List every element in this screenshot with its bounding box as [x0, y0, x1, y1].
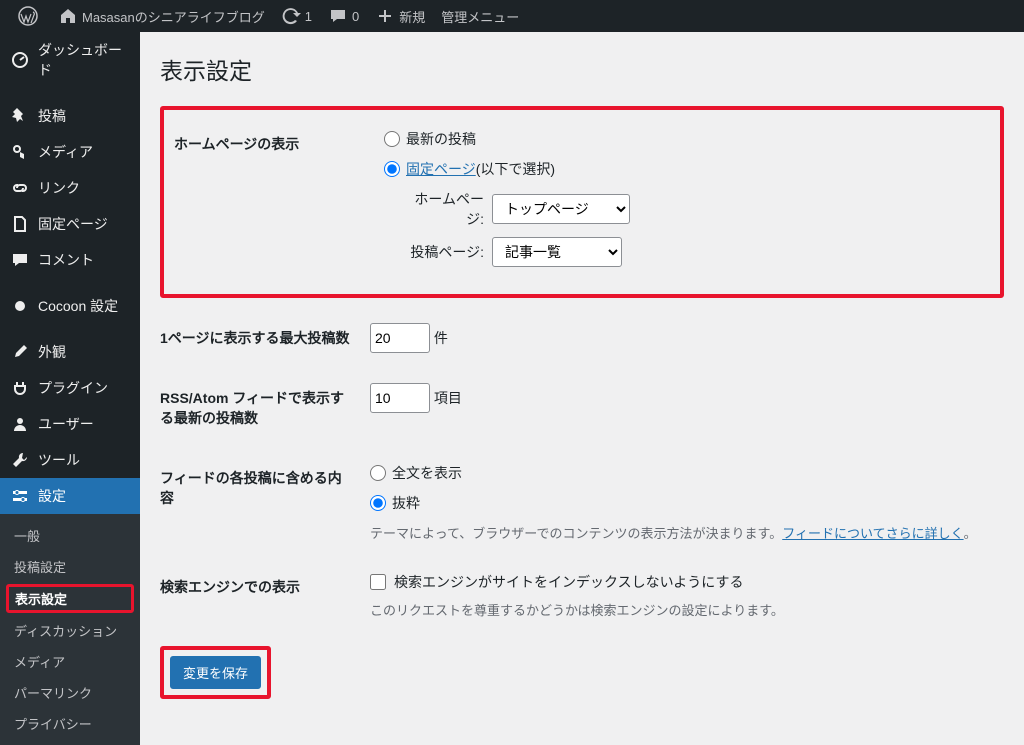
- site-name-link[interactable]: Masasanのシニアライフブログ: [50, 0, 273, 32]
- menu-label: Cocoon 設定: [38, 296, 118, 316]
- brush-icon: [10, 342, 30, 362]
- page-title: 表示設定: [160, 52, 1004, 86]
- update-icon: [281, 6, 301, 26]
- page-icon: [10, 214, 30, 234]
- sub-privacy[interactable]: プライバシー: [0, 708, 140, 739]
- new-content-link[interactable]: 新規: [367, 0, 433, 32]
- sub-reading[interactable]: 表示設定: [6, 584, 134, 613]
- homepage-label: ホームページの表示: [174, 114, 374, 290]
- feed-description: テーマによって、ブラウザーでのコンテンツの表示方法が決まります。フィードについて…: [370, 523, 994, 542]
- menu-label: ツール: [38, 450, 80, 470]
- menu-label: リンク: [38, 178, 80, 198]
- save-changes-button[interactable]: 変更を保存: [170, 656, 261, 689]
- feed-content-label: フィードの各投稿に含める内容: [160, 448, 360, 557]
- sub-writing[interactable]: 投稿設定: [0, 551, 140, 582]
- radio-label: 全文を表示: [392, 463, 462, 483]
- user-icon: [10, 414, 30, 434]
- posts-page-select[interactable]: 記事一覧: [492, 237, 622, 267]
- menu-dashboard[interactable]: ダッシュボード: [0, 32, 140, 88]
- radio-excerpt[interactable]: [370, 495, 386, 511]
- menu-comments[interactable]: コメント: [0, 242, 140, 278]
- menu-pages[interactable]: 固定ページ: [0, 206, 140, 242]
- wp-logo[interactable]: [10, 0, 50, 32]
- radio-latest-posts[interactable]: [384, 131, 400, 147]
- feed-radio-excerpt[interactable]: 抜粋: [370, 493, 994, 513]
- menu-label: 投稿: [38, 106, 66, 126]
- menu-media[interactable]: メディア: [0, 134, 140, 170]
- menu-tools[interactable]: ツール: [0, 442, 140, 478]
- home-icon: [58, 6, 78, 26]
- comments-link[interactable]: 0: [320, 0, 367, 32]
- rss-label: RSS/Atom フィードで表示する最新の投稿数: [160, 368, 360, 448]
- homepage-radio-latest[interactable]: 最新の投稿: [384, 129, 980, 149]
- homepage-section-highlight: ホームページの表示 最新の投稿 固定ページ (以下で選択) ホームページ:: [160, 106, 1004, 298]
- menu-users[interactable]: ユーザー: [0, 406, 140, 442]
- menu-appearance[interactable]: 外観: [0, 334, 140, 370]
- checkbox-label: 検索エンジンがサイトをインデックスしないようにする: [394, 572, 743, 592]
- settings-icon: [10, 486, 30, 506]
- feed-radio-full[interactable]: 全文を表示: [370, 463, 994, 483]
- menu-label: メディア: [38, 142, 93, 162]
- settings-submenu: 一般 投稿設定 表示設定 ディスカッション メディア パーマリンク プライバシー: [0, 514, 140, 745]
- submit-highlight: 変更を保存: [160, 646, 271, 699]
- sub-media[interactable]: メディア: [0, 646, 140, 677]
- new-label: 新規: [399, 7, 425, 26]
- menu-cocoon[interactable]: Cocoon 設定: [0, 288, 140, 324]
- comment-icon: [10, 250, 30, 270]
- comment-icon: [328, 6, 348, 26]
- menu-label: 固定ページ: [38, 214, 108, 234]
- search-checkbox-row[interactable]: 検索エンジンがサイトをインデックスしないようにする: [370, 572, 994, 592]
- sub-discussion[interactable]: ディスカッション: [0, 615, 140, 646]
- radio-label: 最新の投稿: [406, 129, 476, 149]
- media-icon: [10, 142, 30, 162]
- search-note: このリクエストを尊重するかどうかは検索エンジンの設定によります。: [370, 600, 994, 619]
- menu-label: ユーザー: [38, 414, 94, 434]
- homepage-radio-static[interactable]: 固定ページ (以下で選択): [384, 159, 980, 179]
- plus-icon: [375, 6, 395, 26]
- menu-plugins[interactable]: プラグイン: [0, 370, 140, 406]
- menu-label: プラグイン: [38, 378, 108, 398]
- dashboard-icon: [10, 50, 30, 70]
- plug-icon: [10, 378, 30, 398]
- link-icon: [10, 178, 30, 198]
- menu-settings[interactable]: 設定: [0, 478, 140, 514]
- pin-icon: [10, 106, 30, 126]
- menu-posts[interactable]: 投稿: [0, 98, 140, 134]
- rss-items-input[interactable]: [370, 383, 430, 413]
- admin-menu-label: 管理メニュー: [441, 7, 519, 26]
- wordpress-icon: [18, 6, 38, 26]
- updates-count: 1: [305, 9, 312, 24]
- admin-toolbar: Masasanのシニアライフブログ 1 0 新規 管理メニュー: [0, 0, 1024, 32]
- menu-label: コメント: [38, 250, 94, 270]
- unit-label: 件: [434, 330, 448, 346]
- per-page-label: 1ページに表示する最大投稿数: [160, 308, 360, 368]
- radio-static-page[interactable]: [384, 161, 400, 177]
- sub-general[interactable]: 一般: [0, 520, 140, 551]
- unit-label: 項目: [434, 390, 462, 406]
- search-visibility-label: 検索エンジンでの表示: [160, 557, 360, 634]
- tool-icon: [10, 450, 30, 470]
- menu-label: 設定: [38, 486, 66, 506]
- static-page-link[interactable]: 固定ページ: [406, 159, 476, 179]
- home-page-select[interactable]: トップページ: [492, 194, 630, 224]
- feed-learn-more-link[interactable]: フィードについてさらに詳しく: [782, 526, 963, 541]
- site-name: Masasanのシニアライフブログ: [82, 7, 265, 26]
- menu-links[interactable]: リンク: [0, 170, 140, 206]
- comments-count: 0: [352, 9, 359, 24]
- admin-sidebar: ダッシュボード 投稿 メディア リンク 固定ページ コメント Cocoon 設定…: [0, 32, 140, 745]
- posts-select-label: 投稿ページ:: [404, 242, 484, 262]
- home-select-label: ホームページ:: [404, 189, 484, 229]
- radio-suffix: (以下で選択): [476, 159, 555, 179]
- cocoon-icon: [10, 296, 30, 316]
- radio-full-text[interactable]: [370, 465, 386, 481]
- content-area: 表示設定 ホームページの表示 最新の投稿 固定ページ (以下で選択): [140, 32, 1024, 745]
- discourage-search-checkbox[interactable]: [370, 574, 386, 590]
- updates-link[interactable]: 1: [273, 0, 320, 32]
- posts-per-page-input[interactable]: [370, 323, 430, 353]
- menu-label: 外観: [38, 342, 66, 362]
- menu-label: ダッシュボード: [38, 40, 130, 80]
- radio-label: 抜粋: [392, 493, 420, 513]
- sub-permalink[interactable]: パーマリンク: [0, 677, 140, 708]
- admin-menu-link[interactable]: 管理メニュー: [433, 0, 527, 32]
